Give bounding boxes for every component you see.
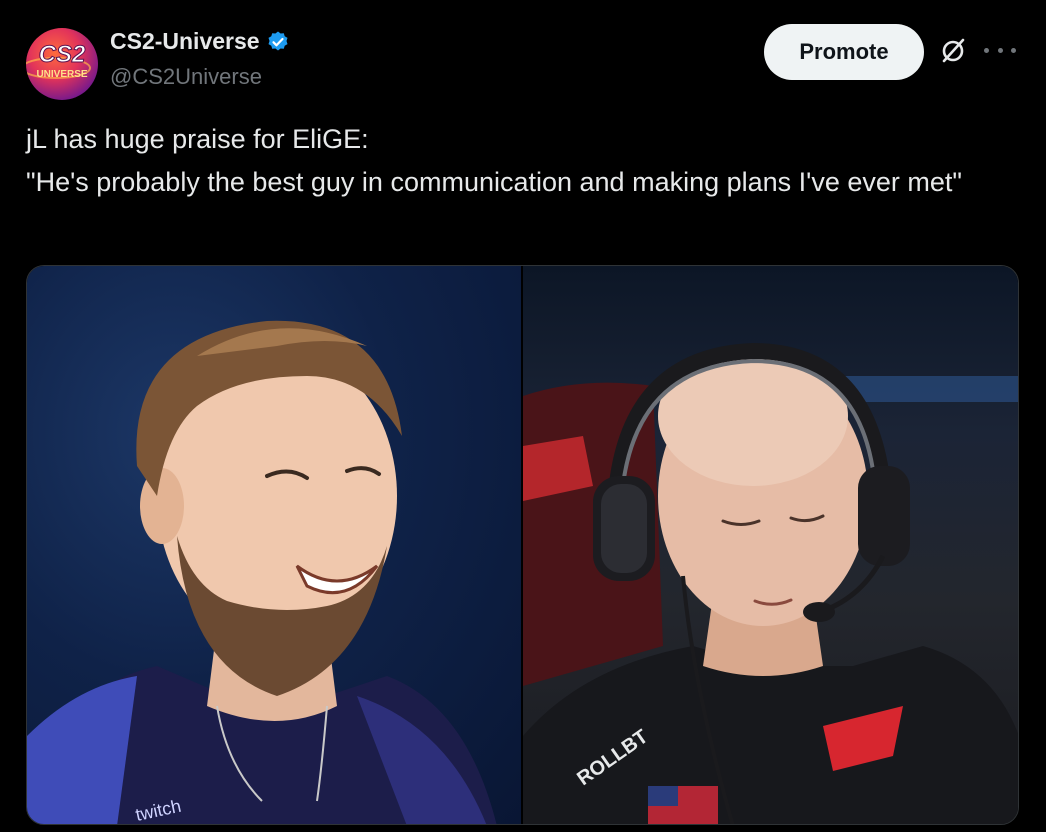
tweet-text-quote: "He's probably the best guy in communica… [26, 167, 962, 197]
author-display-name[interactable]: CS2-Universe [110, 28, 260, 55]
photo-player-with-headset[interactable]: ROLLBT [523, 266, 1018, 824]
tweet-text: jL has huge praise for EliGE: "He's prob… [26, 118, 1026, 204]
more-icon[interactable] [984, 38, 1016, 62]
tweet-media[interactable]: twitch ROLLBT [26, 265, 1019, 825]
promote-button[interactable]: Promote [764, 24, 924, 80]
avatar-logo-text: CS2 [39, 41, 86, 68]
more-dot [997, 47, 1003, 53]
more-dot [984, 47, 989, 53]
author-handle[interactable]: @CS2Universe [110, 64, 262, 90]
grok-icon[interactable] [938, 36, 968, 66]
headset-player-illustration: ROLLBT [523, 342, 1018, 824]
smiling-player-illustration: twitch [27, 320, 497, 824]
author-name-row: CS2-Universe [110, 28, 290, 55]
more-dot [1011, 47, 1016, 53]
tweet-text-line: jL has huge praise for EliGE: [26, 124, 369, 154]
verified-badge-icon [268, 31, 288, 50]
avatar-sub-text: UNIVERSE [36, 69, 87, 80]
tweet-header: CS2 UNIVERSE CS2-Universe @CS2Universe P… [26, 24, 1020, 100]
cs2-universe-logo: CS2 UNIVERSE [26, 41, 91, 80]
photo-smiling-player[interactable]: twitch [27, 266, 521, 824]
author-avatar[interactable]: CS2 UNIVERSE [26, 28, 98, 100]
